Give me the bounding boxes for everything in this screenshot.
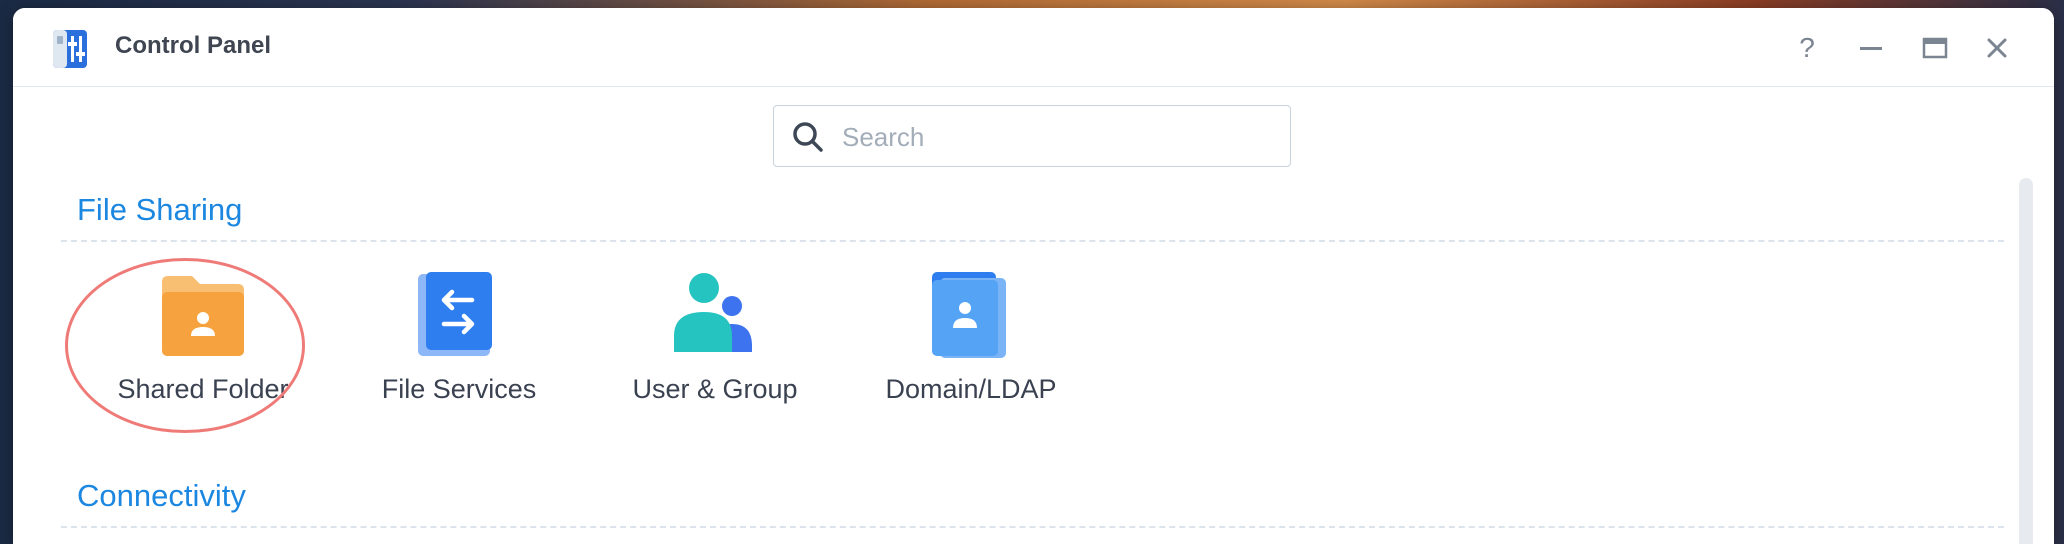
minimize-icon (1860, 47, 1882, 50)
search-box[interactable] (773, 105, 1291, 167)
file-services-icon (418, 272, 492, 356)
section-divider (61, 526, 2004, 528)
user-group-label: User & Group (632, 374, 798, 404)
window-title: Control Panel (115, 32, 272, 59)
help-button[interactable]: ? (1785, 26, 1829, 70)
shared-folder-item[interactable]: Shared Folder (93, 270, 313, 420)
domain-ldap-label: Domain/LDAP (885, 374, 1057, 404)
shared-folder-icon (162, 276, 244, 356)
control-panel-icon (53, 30, 87, 68)
minimize-button[interactable] (1849, 26, 1893, 70)
file-services-item[interactable]: File Services (349, 270, 569, 420)
user-group-item[interactable]: User & Group (605, 270, 825, 420)
user-group-icon (674, 273, 752, 352)
domain-ldap-icon (932, 272, 1006, 358)
maximize-icon (1922, 37, 1948, 59)
control-panel-window: Control Panel ? File Sharing (13, 8, 2054, 544)
section-title-connectivity: Connectivity (77, 478, 246, 513)
section-divider (61, 240, 2004, 242)
close-icon (1987, 38, 2007, 58)
section-title-file-sharing: File Sharing (77, 192, 243, 227)
search-input[interactable] (840, 116, 1274, 158)
scrollbar[interactable] (2019, 178, 2033, 544)
search-icon (793, 122, 823, 152)
close-button[interactable] (1975, 26, 2019, 70)
title-bar[interactable]: Control Panel ? (13, 8, 2054, 87)
maximize-button[interactable] (1913, 26, 1957, 70)
domain-ldap-item[interactable]: Domain/LDAP (861, 270, 1081, 420)
help-icon: ? (1799, 32, 1815, 63)
file-services-label: File Services (381, 374, 537, 404)
shared-folder-label: Shared Folder (117, 374, 289, 404)
